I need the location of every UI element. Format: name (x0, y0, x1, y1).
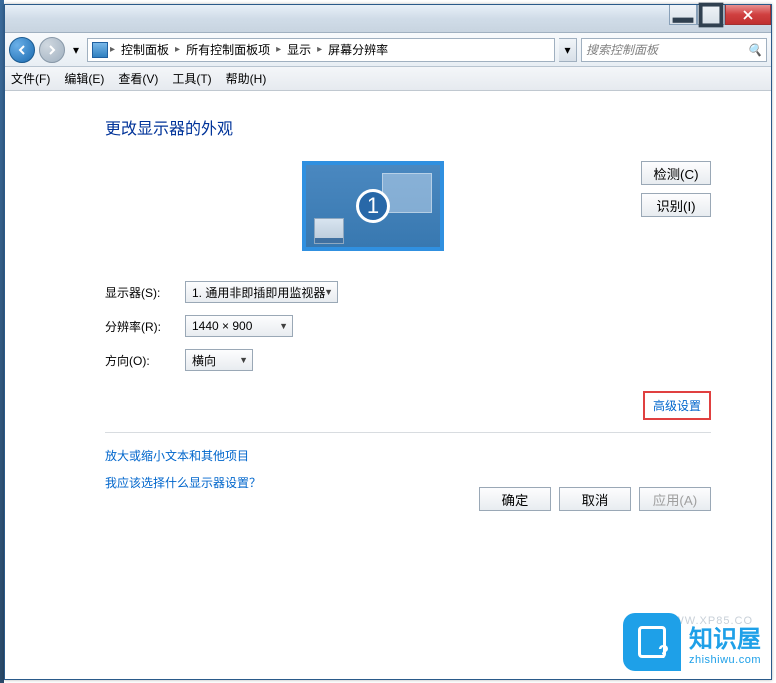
breadcrumb-item[interactable]: 所有控制面板项 (182, 41, 274, 58)
breadcrumb-sep: ▸ (110, 44, 115, 55)
detect-button[interactable]: 检测(C) (641, 161, 711, 185)
display-value: 1. 通用非即插即用监视器 (192, 284, 325, 301)
breadcrumb-item[interactable]: 屏幕分辨率 (324, 41, 392, 58)
menu-tools[interactable]: 工具(T) (172, 70, 211, 87)
watermark-url: zhishiwu.com (689, 654, 761, 666)
resolution-value: 1440 × 900 (192, 319, 252, 333)
page-title: 更改显示器的外观 (105, 115, 711, 139)
divider (105, 432, 711, 433)
help-links: 放大或缩小文本和其他项目 我应该选择什么显示器设置？ (105, 447, 711, 491)
resolution-combo[interactable]: 1440 × 900 ▼ (185, 315, 293, 337)
ok-button[interactable]: 确定 (479, 487, 551, 511)
cancel-button[interactable]: 取消 (559, 487, 631, 511)
control-panel-icon (92, 42, 108, 58)
breadcrumb-sep: ▸ (317, 44, 322, 55)
watermark: 知识屋 zhishiwu.com (623, 613, 761, 671)
watermark-badge-icon (623, 613, 681, 671)
menu-file[interactable]: 文件(F) (11, 70, 50, 87)
chevron-down-icon: ▼ (324, 287, 333, 297)
orientation-label: 方向(O): (105, 352, 185, 369)
address-dropdown[interactable]: ▾ (559, 38, 577, 62)
identify-button[interactable]: 识别(I) (641, 193, 711, 217)
chevron-down-icon: ▼ (279, 321, 288, 331)
menu-help[interactable]: 帮助(H) (226, 70, 267, 87)
close-button[interactable] (725, 5, 771, 25)
window-titlebar (5, 5, 771, 33)
menu-bar: 文件(F) 编辑(E) 查看(V) 工具(T) 帮助(H) (5, 67, 771, 91)
control-panel-window: ▾ ▸ 控制面板 ▸ 所有控制面板项 ▸ 显示 ▸ 屏幕分辨率 ▾ 搜索控制面板… (4, 4, 772, 680)
display-combo[interactable]: 1. 通用非即插即用监视器 ▼ (185, 281, 338, 303)
content-area: 更改显示器的外观 1 检测(C) 识别(I) 显示器(S): 1. 通用非即插即… (5, 91, 771, 679)
orientation-value: 横向 (192, 352, 216, 369)
breadcrumb-item[interactable]: 显示 (283, 41, 315, 58)
address-bar[interactable]: ▸ 控制面板 ▸ 所有控制面板项 ▸ 显示 ▸ 屏幕分辨率 (87, 38, 555, 62)
menu-edit[interactable]: 编辑(E) (64, 70, 104, 87)
preview-desktop-decoration (314, 218, 344, 244)
nav-history-dropdown[interactable]: ▾ (69, 40, 83, 60)
text-size-link[interactable]: 放大或缩小文本和其他项目 (105, 447, 711, 464)
search-input[interactable]: 搜索控制面板 🔍 (581, 38, 767, 62)
search-icon: 🔍 (747, 43, 762, 57)
forward-button[interactable] (39, 37, 65, 63)
navigation-bar: ▾ ▸ 控制面板 ▸ 所有控制面板项 ▸ 显示 ▸ 屏幕分辨率 ▾ 搜索控制面板… (5, 33, 771, 67)
monitor-preview-row: 1 检测(C) 识别(I) (105, 161, 711, 251)
orientation-combo[interactable]: 横向 ▼ (185, 349, 253, 371)
maximize-button[interactable] (697, 5, 725, 25)
apply-button[interactable]: 应用(A) (639, 487, 711, 511)
back-button[interactable] (9, 37, 35, 63)
display-label: 显示器(S): (105, 284, 185, 301)
breadcrumb-item[interactable]: 控制面板 (117, 41, 173, 58)
breadcrumb-sep: ▸ (175, 44, 180, 55)
monitor-preview[interactable]: 1 (302, 161, 444, 251)
dialog-buttons: 确定 取消 应用(A) (479, 487, 711, 511)
watermark-title: 知识屋 (689, 619, 761, 654)
minimize-button[interactable] (669, 5, 697, 25)
monitor-number-badge: 1 (356, 189, 390, 223)
advanced-settings-link[interactable]: 高级设置 (643, 391, 711, 420)
chevron-down-icon: ▼ (239, 355, 248, 365)
menu-view[interactable]: 查看(V) (118, 70, 158, 87)
resolution-label: 分辨率(R): (105, 318, 185, 335)
breadcrumb-sep: ▸ (276, 44, 281, 55)
search-placeholder: 搜索控制面板 (586, 41, 658, 58)
